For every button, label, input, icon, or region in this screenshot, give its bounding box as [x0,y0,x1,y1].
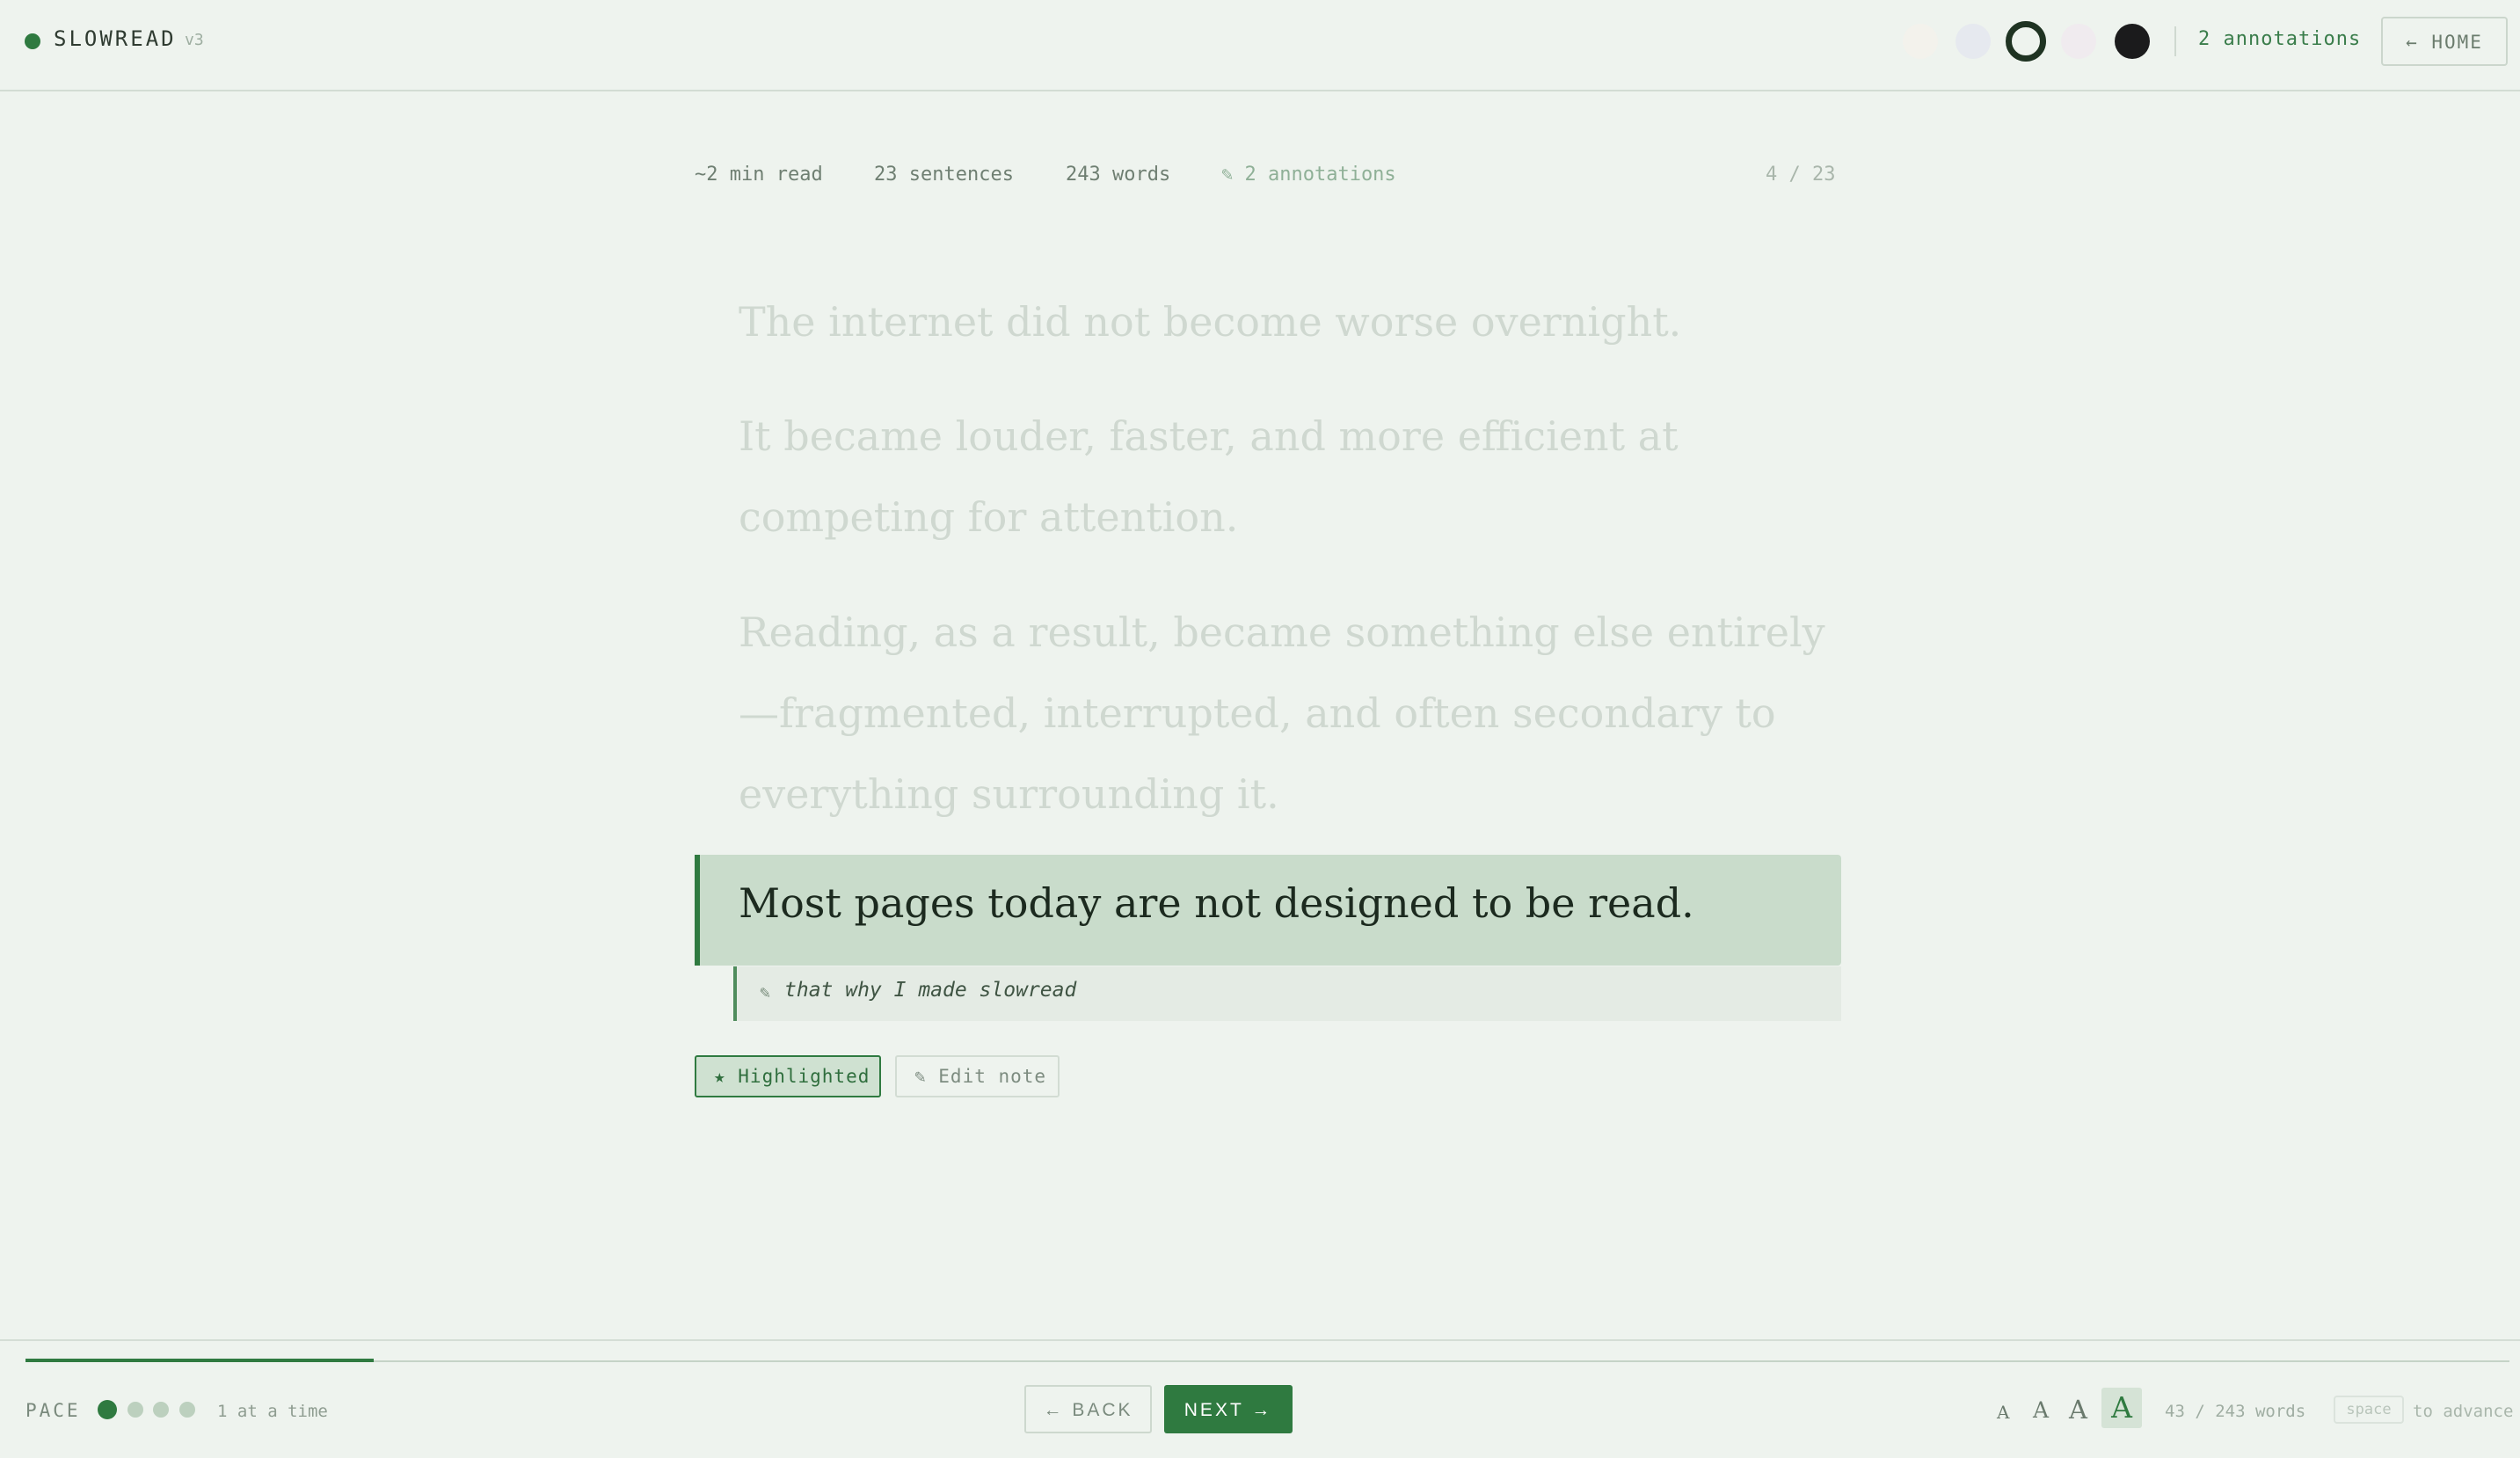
theme-swatch-lavender[interactable] [2061,24,2096,59]
progress-fill [25,1359,374,1362]
annotation-count[interactable]: ✎ 2 annotations [1221,164,1396,186]
previous-sentence[interactable]: It became louder, faster, and more effic… [739,396,1838,558]
read-time: ~2 min read [695,164,823,186]
back-button[interactable]: ← BACK [1024,1385,1152,1433]
home-button[interactable]: ← HOME [2381,17,2508,66]
theme-swatch-night[interactable] [2115,24,2150,59]
pace-label: PACE [25,1400,81,1421]
header-divider [2174,26,2176,56]
pace-dot-1[interactable] [98,1400,117,1419]
next-button[interactable]: NEXT → [1164,1385,1293,1433]
brand-dot-icon [25,33,40,49]
pace-dot-2[interactable] [127,1402,143,1418]
word-count: 243 words [1066,164,1171,186]
advance-hint: to advance [2413,1402,2514,1421]
progress-track[interactable] [25,1360,2509,1362]
word-progress: 43 / 243 words [2165,1402,2306,1421]
space-key-hint: space [2334,1396,2404,1424]
app-name: SLOWREAD [54,26,177,51]
pace-dot-3[interactable] [153,1402,169,1418]
font-size-m[interactable]: A [2069,1395,2087,1425]
pace-dot-4[interactable] [179,1402,195,1418]
note-text: that why I made slowread [784,979,1077,1002]
font-size-s[interactable]: A [2033,1397,2049,1423]
annotation-note[interactable]: ✎ that why I made slowread [733,966,1841,1021]
app-version: v3 [185,31,204,49]
annotations-link[interactable]: 2 annotations [2198,28,2361,50]
current-sentence: Most pages today are not designed to be … [739,879,1694,927]
sentence-position: 4 / 23 [1766,164,1836,186]
previous-sentence[interactable]: Reading, as a result, became something e… [739,592,1838,835]
theme-swatch-paper[interactable] [1903,24,1938,59]
pencil-icon: ✎ [760,981,771,1002]
theme-swatch-slate[interactable] [1956,24,1991,59]
highlight-button[interactable]: ★ Highlighted [695,1055,881,1097]
current-sentence-block[interactable]: Most pages today are not designed to be … [695,855,1841,966]
theme-swatch-sage-selected[interactable] [2006,21,2046,62]
sentence-count: 23 sentences [874,164,1014,186]
font-size-l-selected[interactable]: A [2101,1388,2142,1428]
footer-divider [0,1339,2520,1341]
font-size-xs[interactable]: A [1997,1402,2009,1423]
previous-sentence[interactable]: The internet did not become worse overni… [739,281,1838,362]
pace-text: 1 at a time [217,1402,328,1421]
top-bar: SLOWREAD v3 2 annotations ← HOME [0,0,2520,91]
edit-note-button[interactable]: ✎ Edit note [895,1055,1060,1097]
